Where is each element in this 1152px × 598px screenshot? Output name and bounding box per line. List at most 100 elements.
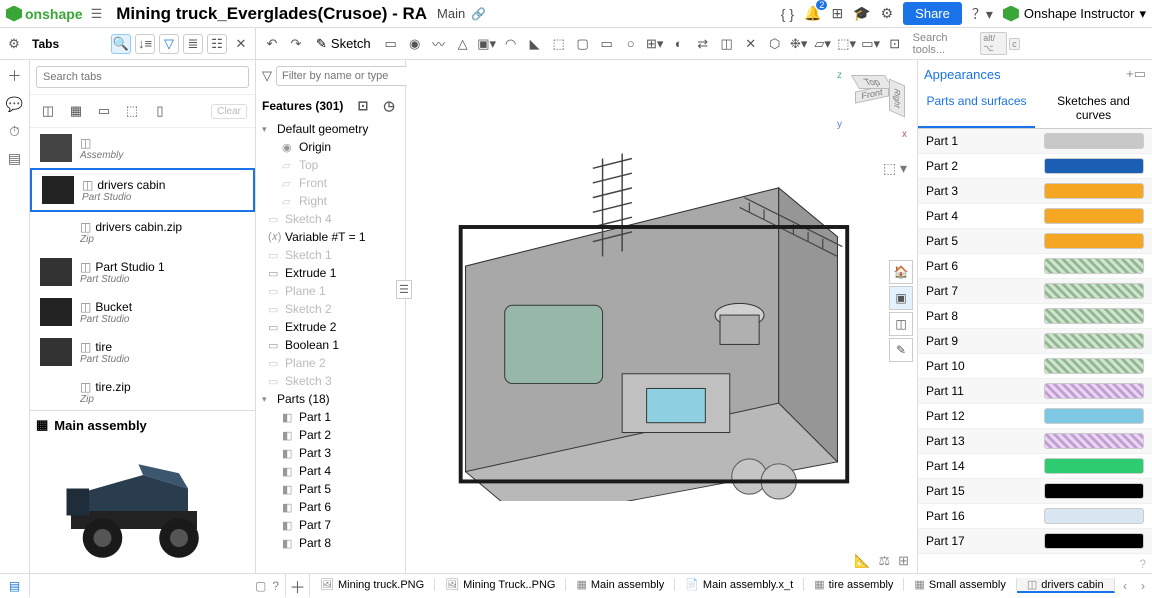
default-geometry-item[interactable]: ▾Default geometry [256,120,405,138]
appearance-row[interactable]: Part 10 [918,354,1152,379]
tab-item[interactable]: ◫ Bucket Part Studio [30,292,255,332]
scroll-right-icon[interactable]: › [1134,579,1152,593]
import-icon[interactable]: ⬚▾ [837,34,857,54]
pattern-icon[interactable]: ⊞▾ [645,34,665,54]
appearance-row[interactable]: Part 13 [918,429,1152,454]
close-icon[interactable]: ✕ [231,34,251,54]
bottom-tab[interactable]: 📄Main assembly.x_t [675,578,804,591]
appearance-row[interactable]: Part 2 [918,154,1152,179]
comments-icon[interactable]: 💬 [6,96,23,113]
add-tab-button[interactable]: ＋ [286,574,310,597]
color-swatch[interactable] [1044,258,1144,274]
appearance-row[interactable]: Part 9 [918,329,1152,354]
part-item[interactable]: ◧Part 2 [256,426,405,444]
feature-item[interactable]: ▭Sketch 1 [256,246,405,264]
color-swatch[interactable] [1044,183,1144,199]
feature-filter-icon[interactable]: ▽ [262,66,272,86]
iso-view-icon[interactable]: 🏠 [889,260,913,284]
scroll-left-icon[interactable]: ‹ [1116,579,1134,593]
app-store-icon[interactable]: ⊞ [831,5,843,22]
tabs-config-icon[interactable]: ⚙ [4,34,24,54]
appearance-row[interactable]: Part 7 [918,279,1152,304]
draft-icon[interactable]: ⬚ [549,34,569,54]
surface-icon[interactable]: ❉▾ [789,34,809,54]
plane-item[interactable]: ▱Right [256,192,405,210]
type-partstudio-icon[interactable]: ◫ [38,101,58,121]
feature-item[interactable]: ▭Boolean 1 [256,336,405,354]
appearance-row[interactable]: Part 8 [918,304,1152,329]
history-icon[interactable]: ⏱ [9,123,20,140]
plane-item[interactable]: ▱Front [256,174,405,192]
tab-item[interactable]: ◫ tire.zip Zip [30,372,255,410]
feature-item[interactable]: ▭Extrude 1 [256,264,405,282]
type-other-icon[interactable]: ▯ [150,101,170,121]
branch-label[interactable]: Main [437,6,465,21]
fillet-icon[interactable]: ◠ [501,34,521,54]
color-swatch[interactable] [1044,333,1144,349]
sweep-icon[interactable]: 〰 [429,34,449,54]
color-swatch[interactable] [1044,458,1144,474]
color-swatch[interactable] [1044,208,1144,224]
redo-icon[interactable]: ↷ [286,34,306,54]
type-drawing-icon[interactable]: ▭ [94,101,114,121]
color-swatch[interactable] [1044,383,1144,399]
part-item[interactable]: ◧Part 7 [256,516,405,534]
feature-item[interactable]: (𝑥)Variable #T = 1 [256,228,405,246]
split-icon[interactable]: ◫ [717,34,737,54]
appearance-row[interactable]: Part 17 [918,529,1152,554]
plane-item[interactable]: ▱Top [256,156,405,174]
appearance-row[interactable]: Part 5 [918,229,1152,254]
search-tools[interactable]: Search tools... alt/⌥ c [909,32,1024,56]
boolean-icon[interactable]: ◐ [669,34,689,54]
frame-icon[interactable]: ⊡ [885,34,905,54]
versions-icon[interactable]: { } [781,6,794,22]
tab-item[interactable]: ◫ drivers cabin.zip Zip [30,212,255,252]
color-swatch[interactable] [1044,233,1144,249]
section-icon[interactable]: ◫ [889,312,913,336]
feature-item[interactable]: ▭Plane 1 [256,282,405,300]
hide-icon[interactable]: ✎ [889,338,913,362]
color-swatch[interactable] [1044,508,1144,524]
clear-button[interactable]: Clear [211,104,247,119]
hole-icon[interactable]: ○ [621,34,641,54]
part-item[interactable]: ◧Part 5 [256,480,405,498]
panel-collapse-icon[interactable]: ☰ [396,280,412,299]
help-tooltip-icon[interactable]: ? [1139,557,1146,571]
appearance-row[interactable]: Part 12 [918,404,1152,429]
color-swatch[interactable] [1044,308,1144,324]
tab-item[interactable]: ◫ Assembly [30,128,255,168]
color-swatch[interactable] [1044,483,1144,499]
type-import-icon[interactable]: ⬚ [122,101,142,121]
feature-item[interactable]: ▭Extrude 2 [256,318,405,336]
transform-icon[interactable]: ⇄ [693,34,713,54]
loft-icon[interactable]: △ [453,34,473,54]
list-icon[interactable]: ≣ [183,34,203,54]
user-menu[interactable]: Onshape Instructor ▾ [1003,6,1146,22]
bottom-tab[interactable]: ◫drivers cabin [1017,578,1115,593]
part-item[interactable]: ◧Part 8 [256,534,405,552]
measure-icon[interactable]: 📐 [854,553,870,569]
color-swatch[interactable] [1044,158,1144,174]
color-swatch[interactable] [1044,283,1144,299]
feature-menu-icon[interactable]: ⊡ [353,96,373,116]
tab-manager-icon[interactable]: ▤ [0,574,30,597]
bottom-tab[interactable]: 🖼Mining truck.PNG [310,578,435,591]
tab-panel-collapse-icon[interactable]: ▢ [255,579,266,593]
appearance-row[interactable]: Part 16 [918,504,1152,529]
sketch-button[interactable]: ✎ Sketch [310,34,377,54]
revolve-icon[interactable]: ◉ [405,34,425,54]
units-icon[interactable]: ⊞ [898,553,909,569]
bottom-tab[interactable]: ▦tire assembly [804,578,904,591]
delete-icon[interactable]: ✕ [741,34,761,54]
view-menu-icon[interactable]: ⬚ ▾ [883,160,907,177]
extrude-icon[interactable]: ▭ [381,34,401,54]
appearance-row[interactable]: Part 11 [918,379,1152,404]
undo-icon[interactable]: ↶ [262,34,282,54]
mass-icon[interactable]: ⚖ [878,553,890,569]
add-appearance-icon[interactable]: +▭ [1126,66,1146,82]
shaded-icon[interactable]: ▣ [889,286,913,310]
part-item[interactable]: ◧Part 4 [256,462,405,480]
tab-help-icon[interactable]: ? [272,579,279,593]
plane-icon[interactable]: ▱▾ [813,34,833,54]
learning-icon[interactable]: 🎓 [853,5,870,22]
